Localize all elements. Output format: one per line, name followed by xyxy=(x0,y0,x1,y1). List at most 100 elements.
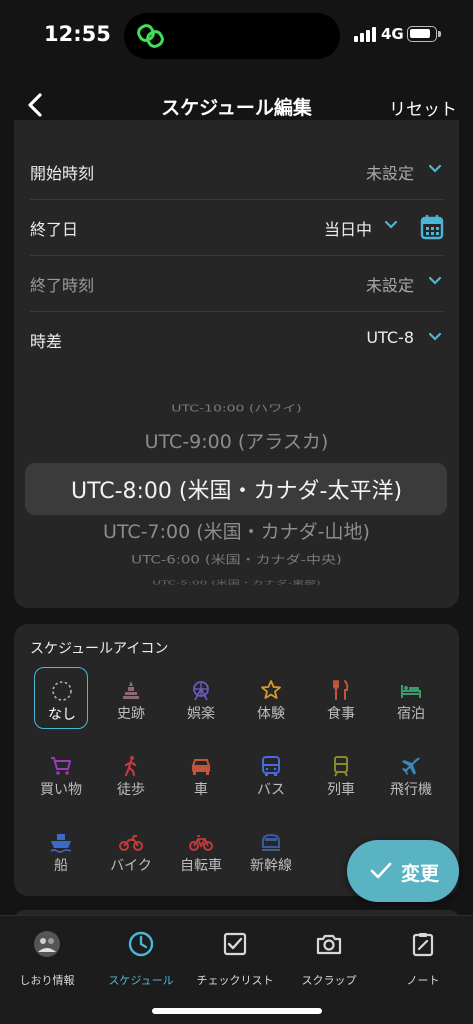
icon-option-label: 車 xyxy=(194,782,208,798)
airplane-icon xyxy=(402,757,420,775)
start-time-row[interactable]: 開始時刻 未設定 xyxy=(30,144,444,200)
icon-option-ship[interactable]: 船 xyxy=(34,819,88,881)
icon-option-experience[interactable]: 体験 xyxy=(244,667,298,729)
icon-option-entertainment[interactable]: 娯楽 xyxy=(174,667,228,729)
tab-scrap[interactable]: スクラップ xyxy=(282,928,376,988)
icon-option-label: 体験 xyxy=(257,706,285,722)
bullet-train-icon xyxy=(262,833,280,851)
tab-label: スケジュール xyxy=(108,974,174,987)
icon-option-label: 列車 xyxy=(327,782,355,798)
timezone-picker-wheel[interactable]: UTC-10:00 (ハワイ) UTC-9:00 (アラスカ) UTC-8:00… xyxy=(14,390,459,590)
apply-change-button[interactable]: 変更 xyxy=(347,840,459,902)
battery-icon xyxy=(407,26,441,42)
tab-checklist[interactable]: チェックリスト xyxy=(188,928,282,988)
motorcycle-icon xyxy=(119,835,143,851)
icon-option-airplane[interactable]: 飛行機 xyxy=(384,743,438,805)
icon-option-label: バス xyxy=(257,782,285,798)
camera-icon xyxy=(316,934,342,955)
bed-icon xyxy=(401,685,421,698)
timezone-label: 時差 xyxy=(30,332,63,351)
icon-option-lodging[interactable]: 宿泊 xyxy=(384,667,438,729)
network-type: 4G xyxy=(381,25,404,43)
icon-option-label: 娯楽 xyxy=(187,706,215,722)
end-date-value: 当日中 xyxy=(323,220,372,239)
end-date-row[interactable]: 終了日 当日中 xyxy=(30,200,444,256)
utensils-icon xyxy=(333,680,349,700)
chevron-down-icon xyxy=(428,276,442,285)
icon-option-bullet-train[interactable]: 新幹線 xyxy=(244,819,298,881)
cellular-signal-icon xyxy=(354,27,376,42)
end-time-value: 未設定 xyxy=(365,276,414,295)
picker-option[interactable]: UTC-7:00 (米国・カナダ-山地) xyxy=(14,517,459,544)
dashed-circle-icon xyxy=(52,681,72,701)
icon-option-label: なし xyxy=(48,707,76,723)
link-app-icon xyxy=(137,24,164,48)
timezone-value: UTC-8 xyxy=(366,328,414,347)
clock-icon xyxy=(128,931,154,957)
tab-label: しおり情報 xyxy=(19,974,75,987)
landmark-icon xyxy=(123,681,139,699)
status-bar: 12:55 4G xyxy=(0,0,473,72)
walking-icon xyxy=(124,756,137,777)
picker-option-selected[interactable]: UTC-8:00 (米国・カナダ-太平洋) xyxy=(14,473,459,505)
bus-icon xyxy=(262,756,280,776)
icon-option-label: 食事 xyxy=(327,706,355,722)
timezone-row[interactable]: 時差 UTC-8 xyxy=(30,312,444,368)
end-time-label: 終了時刻 xyxy=(30,276,95,295)
tab-info[interactable]: しおり情報 xyxy=(0,928,94,988)
icon-option-label: バイク xyxy=(110,858,152,874)
tab-label: ノート xyxy=(406,974,440,987)
icon-option-label: 船 xyxy=(54,858,68,874)
ferris-wheel-icon xyxy=(193,681,209,701)
status-time: 12:55 xyxy=(44,22,111,46)
chevron-down-icon xyxy=(384,220,398,229)
icon-option-car[interactable]: 車 xyxy=(174,743,228,805)
icon-option-bicycle[interactable]: 自転車 xyxy=(174,819,228,881)
picker-option[interactable]: UTC-9:00 (アラスカ) xyxy=(14,427,459,454)
icon-option-walking[interactable]: 徒歩 xyxy=(104,743,158,805)
dynamic-island xyxy=(124,13,340,59)
icon-option-historic[interactable]: 史跡 xyxy=(104,667,158,729)
icon-option-label: 宿泊 xyxy=(397,706,425,722)
train-icon xyxy=(334,756,348,777)
tab-label: チェックリスト xyxy=(196,974,274,987)
start-time-value: 未設定 xyxy=(365,164,414,183)
home-indicator[interactable] xyxy=(152,1008,322,1014)
icon-option-bus[interactable]: バス xyxy=(244,743,298,805)
icon-option-label: 新幹線 xyxy=(250,858,292,874)
tab-note[interactable]: ノート xyxy=(376,928,470,988)
picker-option[interactable]: UTC-5:00 (米国・カナダ-東部) xyxy=(14,579,459,587)
apply-change-label: 変更 xyxy=(401,863,440,885)
cart-icon xyxy=(51,757,71,775)
icon-option-shopping[interactable]: 買い物 xyxy=(34,743,88,805)
chevron-down-icon xyxy=(428,332,442,341)
start-time-label: 開始時刻 xyxy=(30,164,95,183)
note-icon xyxy=(412,933,434,957)
time-settings-card: 開始時刻 未設定 終了日 当日中 終了時刻 未設定 時差 UTC-8 UTC-1… xyxy=(14,120,459,608)
end-time-row[interactable]: 終了時刻 未設定 xyxy=(30,256,444,312)
end-date-label: 終了日 xyxy=(30,220,79,239)
calendar-icon[interactable] xyxy=(420,214,444,240)
tab-label: スクラップ xyxy=(301,974,357,987)
star-icon xyxy=(261,680,281,699)
car-icon xyxy=(191,759,211,775)
checkbox-icon xyxy=(223,932,247,956)
ship-icon xyxy=(50,834,72,853)
picker-option[interactable]: UTC-6:00 (米国・カナダ-中央) xyxy=(14,552,459,568)
icon-option-label: 自転車 xyxy=(180,858,222,874)
icon-option-label: 徒歩 xyxy=(117,782,145,798)
checkmark-icon xyxy=(370,862,392,879)
reset-button[interactable]: リセット xyxy=(389,95,457,120)
schedule-icon-title: スケジュールアイコン xyxy=(30,641,169,657)
icon-option-meal[interactable]: 食事 xyxy=(314,667,368,729)
icon-option-label: 史跡 xyxy=(117,706,145,722)
icon-option-label: 飛行機 xyxy=(390,782,432,798)
bicycle-icon xyxy=(189,835,213,851)
avatar-icon xyxy=(34,931,60,957)
icon-option-none[interactable]: なし xyxy=(34,667,88,729)
tab-schedule[interactable]: スケジュール xyxy=(94,928,188,988)
chevron-down-icon xyxy=(428,164,442,173)
icon-option-train[interactable]: 列車 xyxy=(314,743,368,805)
icon-option-motorcycle[interactable]: バイク xyxy=(104,819,158,881)
picker-option[interactable]: UTC-10:00 (ハワイ) xyxy=(14,401,459,415)
